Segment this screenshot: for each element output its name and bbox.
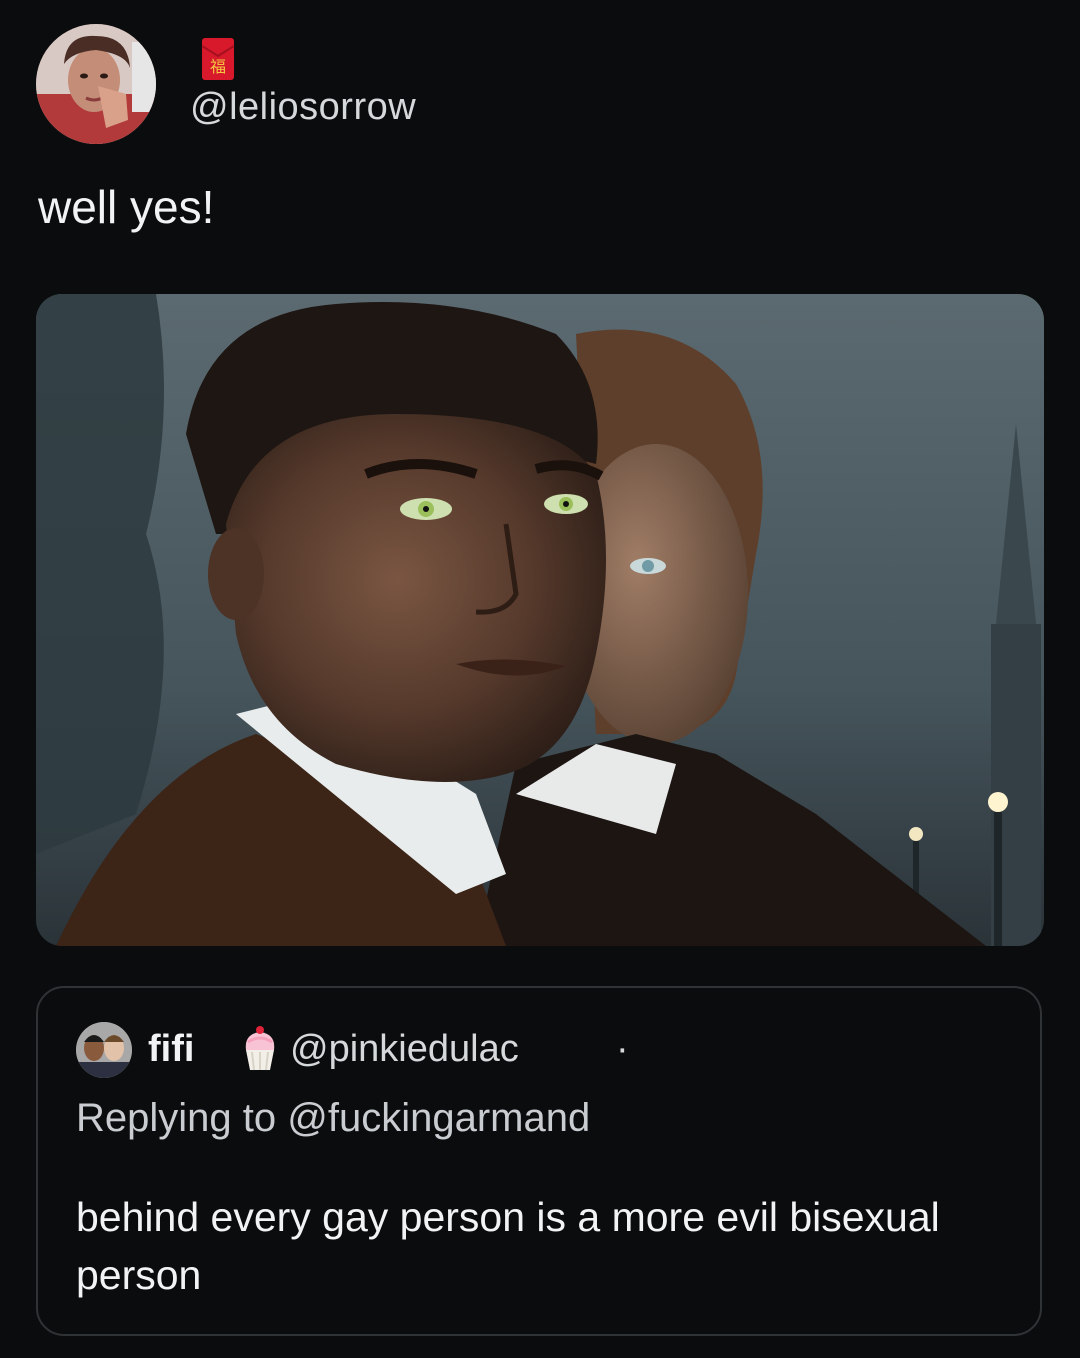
quoted-avatar-image bbox=[76, 1022, 132, 1078]
replying-to-line: Replying to @fuckingarmand bbox=[76, 1096, 590, 1141]
tweet-text: well yes! bbox=[38, 181, 215, 233]
quoted-tweet-text: behind every gay person is a more evil b… bbox=[76, 1194, 940, 1298]
quoted-user-handle[interactable]: @pinkiedulac bbox=[290, 1028, 519, 1071]
tweet[interactable]: 福 @leliosorrow well yes! fifi @pinkiedul… bbox=[0, 0, 1080, 1358]
user-handle[interactable]: @leliosorrow bbox=[190, 86, 416, 129]
separator-dot: · bbox=[616, 1028, 629, 1070]
cupcake-icon bbox=[238, 1024, 282, 1074]
avatar-image bbox=[36, 24, 156, 144]
red-envelope-fu-icon: 福 bbox=[200, 36, 236, 82]
quoted-user-name[interactable]: fifi bbox=[148, 1028, 194, 1071]
quoted-user-avatar[interactable] bbox=[76, 1022, 132, 1078]
tweet-media-image[interactable] bbox=[36, 294, 1044, 946]
vampire-portrait-image bbox=[36, 294, 1044, 946]
user-avatar[interactable] bbox=[36, 24, 156, 144]
svg-text:福: 福 bbox=[210, 57, 226, 76]
replying-to-handle[interactable]: @fuckingarmand bbox=[287, 1096, 590, 1140]
replying-to-label: Replying to bbox=[76, 1096, 277, 1140]
quoted-tweet[interactable]: fifi @pinkiedulac · Replying to @fucking… bbox=[36, 986, 1042, 1336]
